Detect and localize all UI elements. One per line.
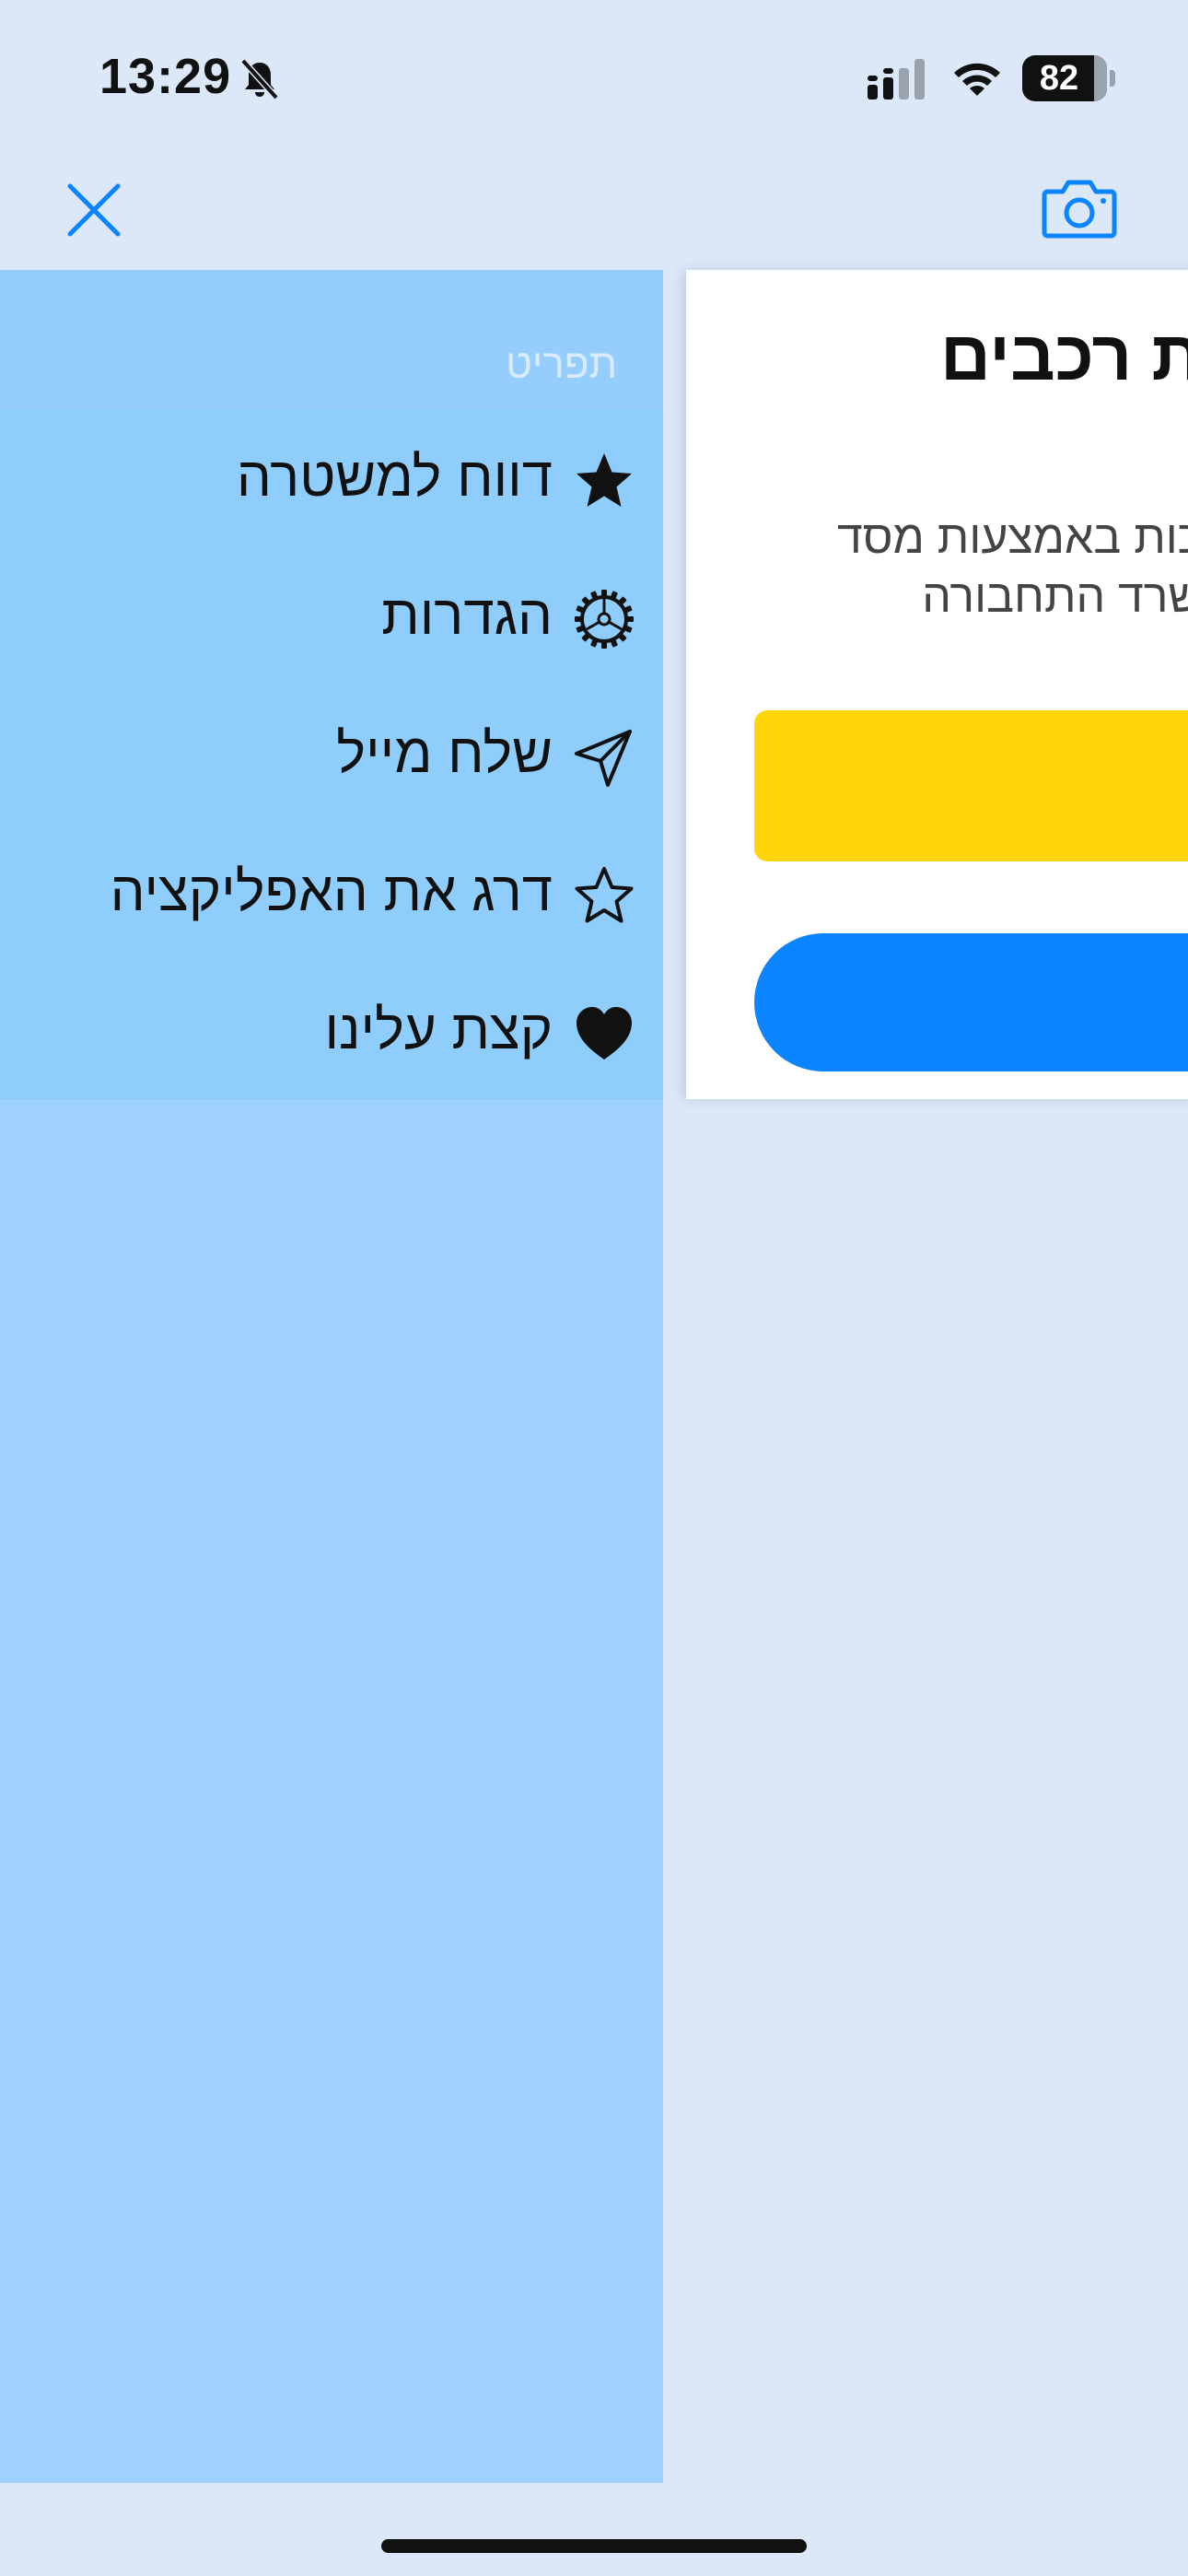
menu-item-label: הגדרות xyxy=(381,584,553,646)
menu-item-settings[interactable]: הגדרות xyxy=(0,546,663,685)
cellular-signal-icon xyxy=(868,59,925,100)
app-screen: 13:29 82 ת רכבים כות באמצעות מסד שרד התח… xyxy=(0,0,1188,2576)
status-bar: 13:29 82 xyxy=(0,0,1188,157)
paper-plane-icon xyxy=(575,730,632,787)
bell-slash-icon xyxy=(240,58,279,100)
battery-level: 82 xyxy=(1039,59,1079,98)
menu-header: תפריט xyxy=(0,270,663,408)
star-outline-icon xyxy=(575,867,634,923)
card-title: ת רכבים xyxy=(939,317,1188,395)
menu-item-label: קצת עלינו xyxy=(324,999,553,1060)
status-time: 13:29 xyxy=(99,49,232,104)
gear-icon xyxy=(575,590,634,649)
card-description-line: שרד התחבורה xyxy=(922,570,1188,622)
battery-icon: 82 xyxy=(1022,55,1115,101)
menu-item-rate-app[interactable]: דרג את האפליקציה xyxy=(0,823,663,961)
menu-header-title: תפריט xyxy=(506,342,617,387)
menu-item-report-police[interactable]: דווח למשטרה xyxy=(0,408,663,546)
side-menu: תפריט דווח למשטרה הגדרות שלח מייל דרג את… xyxy=(0,270,663,2483)
license-plate-input[interactable] xyxy=(754,710,1188,861)
menu-item-label: שלח מייל xyxy=(336,722,553,784)
close-icon[interactable] xyxy=(64,181,123,240)
card-description-line: כות באמצעות מסד xyxy=(837,511,1188,563)
star-filled-icon xyxy=(577,453,632,507)
search-button[interactable] xyxy=(754,933,1188,1071)
menu-list: דווח למשטרה הגדרות שלח מייל דרג את האפלי… xyxy=(0,408,663,1099)
card-description: כות באמצעות מסד שרד התחבורה xyxy=(686,508,1188,626)
heart-icon xyxy=(577,1007,632,1060)
menu-item-about-us[interactable]: קצת עלינו xyxy=(0,961,663,1099)
menu-item-label: דווח למשטרה xyxy=(236,446,553,508)
main-content-card: ת רכבים כות באמצעות מסד שרד התחבורה xyxy=(686,270,1188,1099)
wifi-icon xyxy=(954,63,1000,96)
menu-item-send-mail[interactable]: שלח מייל xyxy=(0,685,663,823)
menu-item-label: דרג את האפליקציה xyxy=(110,861,553,922)
camera-icon[interactable] xyxy=(1041,175,1118,241)
home-indicator[interactable] xyxy=(381,2539,807,2553)
